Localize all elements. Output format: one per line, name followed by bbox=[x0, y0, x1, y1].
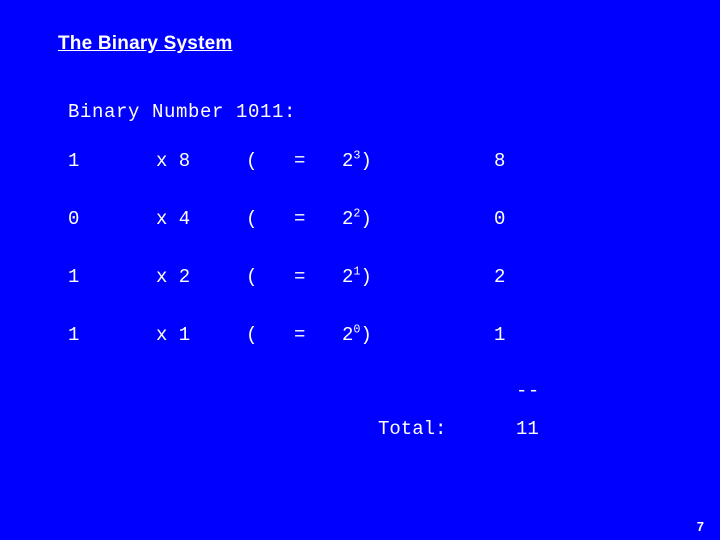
table-row: 1 x 2 ( = 21) 2 bbox=[68, 266, 554, 288]
row-paren-open: ( bbox=[246, 324, 258, 346]
row-multiplier: x 2 bbox=[156, 266, 191, 288]
row-multiplier: x 1 bbox=[156, 324, 191, 346]
slide: The Binary System Binary Number 1011: 1 … bbox=[0, 0, 720, 540]
row-power: 21) bbox=[342, 266, 494, 288]
row-spacer bbox=[68, 172, 554, 208]
row-result: 2 bbox=[494, 266, 506, 288]
table-row: 1 x 8 ( = 23) 8 bbox=[68, 150, 554, 172]
row-equals: = bbox=[294, 150, 306, 172]
row-spacer bbox=[68, 288, 554, 324]
row-equals: = bbox=[294, 266, 306, 288]
row-power: 22) bbox=[342, 208, 494, 230]
row-power-base: 2 bbox=[342, 150, 354, 172]
row-result: 1 bbox=[494, 324, 506, 346]
row-paren-close: ) bbox=[360, 324, 372, 346]
row-power-base: 2 bbox=[342, 266, 354, 288]
row-bit: 1 bbox=[68, 266, 80, 288]
row-bit: 1 bbox=[68, 150, 80, 172]
total-label: Total: bbox=[378, 418, 447, 440]
expansion-table: 1 x 8 ( = 23) 8 0 x 4 ( = 22) 0 1 x 2 (… bbox=[68, 150, 554, 346]
row-bit: 1 bbox=[68, 324, 80, 346]
total-rule: -- bbox=[516, 380, 540, 402]
row-multiplier: x 8 bbox=[156, 150, 191, 172]
page-number: 7 bbox=[696, 519, 704, 534]
row-equals: = bbox=[294, 324, 306, 346]
total-value: 11 bbox=[516, 418, 539, 440]
row-spacer bbox=[68, 230, 554, 266]
row-paren-open: ( bbox=[246, 150, 258, 172]
row-equals: = bbox=[294, 208, 306, 230]
row-power: 20) bbox=[342, 324, 494, 346]
row-result: 8 bbox=[494, 150, 506, 172]
row-paren-open: ( bbox=[246, 208, 258, 230]
row-paren-close: ) bbox=[360, 266, 372, 288]
row-power-base: 2 bbox=[342, 208, 354, 230]
page-title: The Binary System bbox=[58, 33, 233, 54]
table-row: 1 x 1 ( = 20) 1 bbox=[68, 324, 554, 346]
row-result: 0 bbox=[494, 208, 506, 230]
row-paren-close: ) bbox=[360, 150, 372, 172]
row-power: 23) bbox=[342, 150, 494, 172]
row-paren-close: ) bbox=[360, 208, 372, 230]
row-paren-open: ( bbox=[246, 266, 258, 288]
table-row: 0 x 4 ( = 22) 0 bbox=[68, 208, 554, 230]
row-power-base: 2 bbox=[342, 324, 354, 346]
expansion-table-container: 1 x 8 ( = 23) 8 0 x 4 ( = 22) 0 1 x 2 (… bbox=[68, 150, 668, 346]
binary-number-label: Binary Number 1011: bbox=[68, 101, 297, 123]
row-bit: 0 bbox=[68, 208, 80, 230]
row-multiplier: x 4 bbox=[156, 208, 191, 230]
